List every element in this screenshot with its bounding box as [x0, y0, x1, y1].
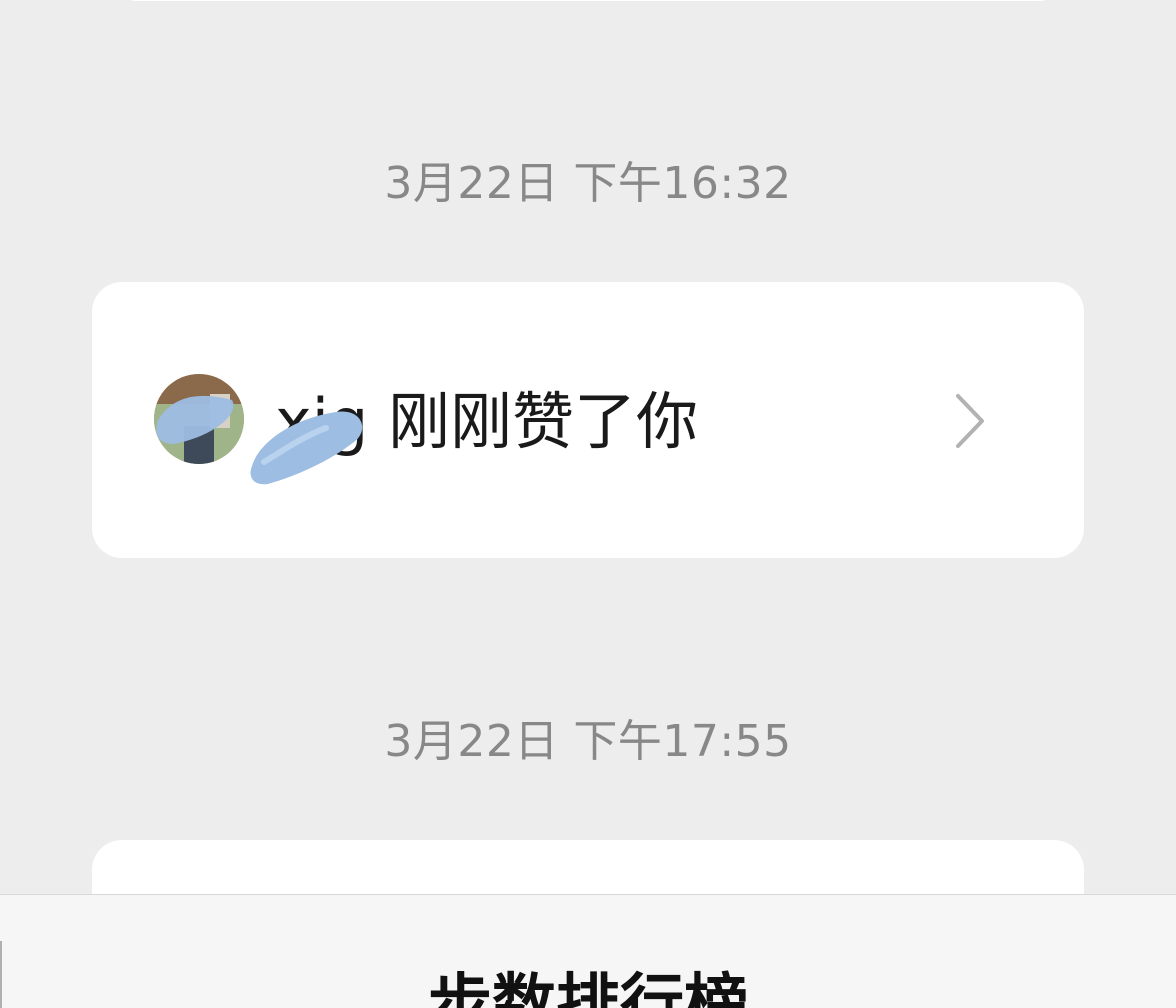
notification-text: xjg 刚刚赞了你 [275, 384, 698, 460]
chevron-right-icon[interactable] [950, 392, 990, 450]
bottom-sheet: 步数排行榜 [0, 894, 1176, 1008]
timestamp-label: 3月22日 下午17:55 [384, 716, 792, 767]
sender-name[interactable]: xjg [275, 385, 368, 458]
user-avatar-icon[interactable] [154, 374, 244, 464]
notification-message: 刚刚赞了你 [388, 385, 699, 458]
previous-card[interactable] [116, 0, 1060, 1]
notification-feed-screen: 3月22日 下午16:32 xjg 刚刚赞了你 3月22日 下午17:55 步数… [0, 0, 1176, 1008]
timestamp-label: 3月22日 下午16:32 [384, 158, 792, 209]
sheet-title: 步数排行榜 [428, 968, 748, 1008]
